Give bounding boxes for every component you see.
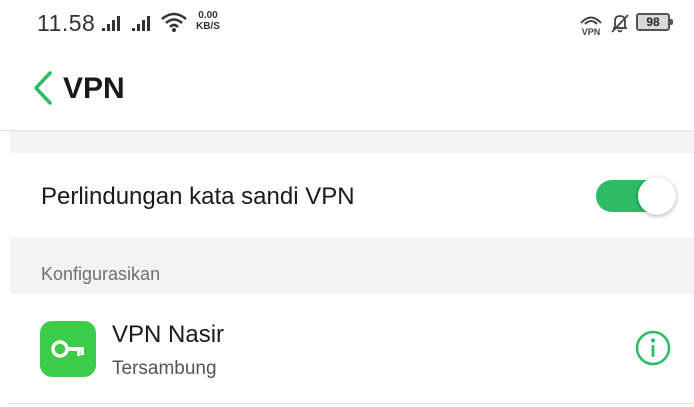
bell-muted-icon (609, 12, 631, 39)
network-speed-unit: KB/S (196, 21, 220, 32)
signal-icon (102, 14, 126, 37)
vpn-password-protection-label: Perlindungan kata sandi VPN (41, 183, 355, 210)
status-time: 11.58 (37, 10, 96, 36)
wifi-icon (160, 11, 188, 38)
vpn-password-protection-row[interactable]: Perlindungan kata sandi VPN (10, 153, 694, 237)
page-title: VPN (63, 72, 125, 105)
vpn-profile-item[interactable]: VPN Nasir Tersambung (10, 294, 694, 404)
network-speed: 0.00 KB/S (193, 10, 223, 32)
network-speed-value: 0.00 (198, 10, 218, 21)
section-gap (10, 131, 694, 153)
vpn-profile-name: VPN Nasir (112, 321, 225, 348)
signal-icon (132, 14, 156, 37)
vpn-password-protection-toggle[interactable] (596, 177, 676, 215)
divider (10, 403, 694, 404)
chevron-left-icon[interactable] (30, 70, 56, 106)
section-header-configure: Konfigurasikan (41, 264, 161, 284)
battery-level: 98 (646, 15, 660, 29)
vpn-badge-text: VPN (582, 27, 601, 36)
battery-icon: 98 (636, 13, 670, 31)
key-icon (40, 321, 96, 377)
info-icon[interactable] (634, 329, 672, 367)
vpn-profile-status: Tersambung (112, 358, 217, 379)
vpn-key-icon: VPN (578, 12, 604, 41)
battery-tip (670, 19, 673, 25)
app-header: VPN (0, 58, 694, 118)
toggle-knob (638, 177, 676, 215)
status-bar: 11.58 0.00 KB/S VPN 98 (0, 0, 694, 48)
